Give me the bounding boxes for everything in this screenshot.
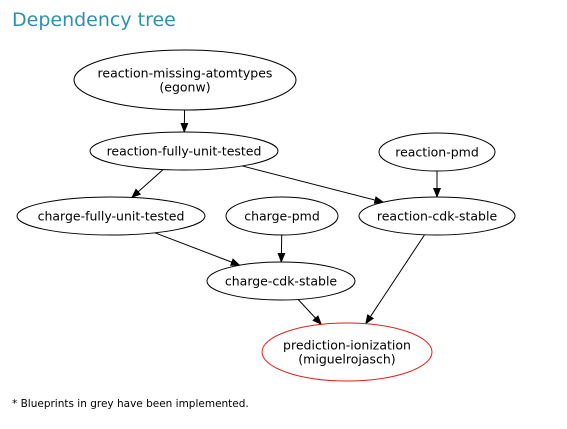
node-label: charge-cdk-stable — [225, 274, 338, 289]
node-label: charge-fully-unit-tested — [38, 209, 185, 224]
node-prediction-ionization[interactable]: prediction-ionization(miguelrojasch) — [261, 322, 433, 382]
node-charge-pmd[interactable]: charge-pmd — [225, 196, 339, 236]
edge-charge-cdk-stable-to-prediction-ionization — [297, 299, 322, 326]
node-label: reaction-fully-unit-tested — [107, 144, 262, 159]
node-label: reaction-cdk-stable — [377, 209, 498, 224]
node-charge-fully-unit-tested[interactable]: charge-fully-unit-tested — [16, 196, 206, 236]
node-reaction-fully-unit-tested[interactable]: reaction-fully-unit-tested — [89, 131, 279, 171]
node-reaction-missing-atomtypes[interactable]: reaction-missing-atomtypes(egonw) — [73, 49, 297, 111]
edge-reaction-fully-unit-tested-to-reaction-cdk-stable — [241, 165, 385, 204]
node-label: charge-pmd — [244, 209, 320, 224]
node-owner-label: (egonw) — [159, 80, 210, 95]
node-owner-label: (miguelrojasch) — [298, 352, 395, 367]
edge-reaction-cdk-stable-to-prediction-ionization — [365, 234, 426, 325]
node-reaction-pmd[interactable]: reaction-pmd — [378, 132, 496, 172]
node-label: prediction-ionization — [283, 338, 411, 353]
dependency-graph: reaction-missing-atomtypes(egonw)reactio… — [16, 49, 516, 382]
edge-reaction-fully-unit-tested-to-charge-fully-unit-tested — [131, 169, 164, 199]
node-charge-cdk-stable[interactable]: charge-cdk-stable — [206, 261, 356, 301]
footnote: * Blueprints in grey have been implement… — [12, 398, 249, 410]
edge-charge-fully-unit-tested-to-charge-cdk-stable — [154, 232, 241, 266]
node-label: reaction-missing-atomtypes — [98, 66, 273, 81]
node-reaction-cdk-stable[interactable]: reaction-cdk-stable — [358, 196, 516, 236]
node-label: reaction-pmd — [395, 145, 479, 160]
